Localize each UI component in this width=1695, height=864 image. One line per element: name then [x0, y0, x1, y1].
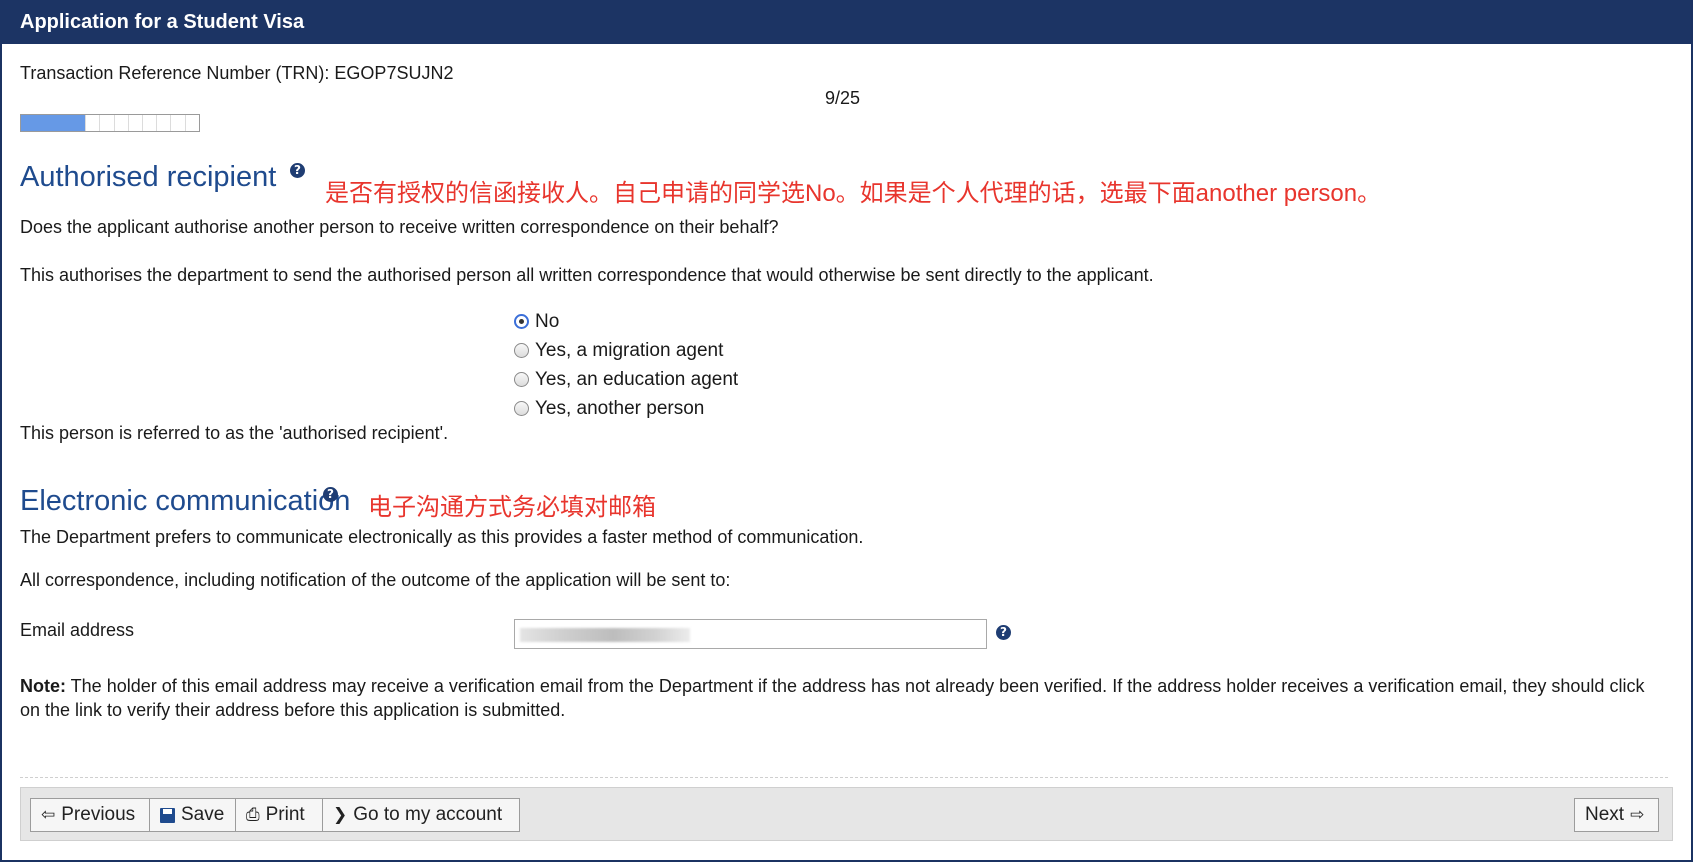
authorised-recipient-footnote: This person is referred to as the 'autho… [20, 423, 449, 443]
arrow-left-icon: ⇦ [41, 805, 56, 825]
radio-label: Yes, a migration agent [535, 339, 724, 361]
progress-fill [21, 115, 86, 131]
radio-button[interactable] [514, 343, 529, 358]
authorised-recipient-question: Does the applicant authorise another per… [20, 217, 779, 237]
page-counter: 9/25 [825, 88, 861, 108]
progress-segment [85, 115, 99, 131]
electronic-communication-para2: All correspondence, including notificati… [20, 570, 731, 590]
progress-bar [20, 114, 200, 132]
email-note: Note: The holder of this email address m… [20, 674, 1660, 722]
note-label: Note: [20, 676, 66, 696]
progress-segment [184, 115, 199, 131]
authorised-recipient-explanation: This authorises the department to send t… [20, 265, 1154, 285]
progress-segment [99, 115, 113, 131]
print-label: Print [265, 804, 305, 825]
arrow-right-icon: ⇨ [1630, 805, 1645, 825]
radio-label: Yes, another person [535, 397, 705, 419]
question-circle-icon[interactable]: ? [996, 625, 1011, 640]
email-label: Email address [20, 620, 135, 640]
previous-label: Previous [61, 804, 136, 825]
radio-label: No [535, 310, 560, 332]
electronic-communication-heading: Electronic communication [20, 485, 351, 517]
authorised-recipient-radio-group: No Yes, a migration agent Yes, an educat… [514, 307, 738, 423]
footer-toolbar: ⇦ Previous Save ⎙ Print ❯ Go to my accou… [20, 787, 1673, 841]
go-to-account-button[interactable]: ❯ Go to my account [322, 798, 520, 832]
previous-button[interactable]: ⇦ Previous [30, 798, 150, 832]
print-button[interactable]: ⎙ Print [235, 798, 323, 832]
progress-segment [156, 115, 170, 131]
printer-icon: ⎙ [246, 805, 260, 825]
progress-segment [142, 115, 156, 131]
save-button[interactable]: Save [149, 798, 236, 832]
radio-option-no[interactable]: No [514, 307, 738, 336]
floppy-disk-icon [160, 807, 175, 823]
chevron-right-icon: ❯ [333, 805, 348, 825]
radio-button-selected[interactable] [514, 314, 529, 329]
question-circle-icon[interactable]: ? [290, 163, 305, 178]
next-button[interactable]: Next ⇨ [1574, 798, 1659, 832]
trn-label: Transaction Reference Number (TRN): EGOP… [20, 63, 454, 83]
redacted-email-value [520, 628, 690, 642]
electronic-communication-annotation: 电子沟通方式务必填对邮箱 [368, 494, 656, 521]
next-label: Next [1585, 804, 1625, 825]
progress-segment [170, 115, 184, 131]
progress-segment [127, 115, 142, 131]
question-circle-icon[interactable]: ? [323, 487, 338, 502]
account-label: Go to my account [353, 804, 503, 825]
window-title: Application for a Student Visa [0, 0, 1691, 44]
authorised-recipient-annotation: 是否有授权的信函接收人。自己申请的同学选No。如果是个人代理的话，选最下面ano… [325, 180, 1382, 207]
radio-option-migration-agent[interactable]: Yes, a migration agent [514, 336, 738, 365]
radio-option-education-agent[interactable]: Yes, an education agent [514, 365, 738, 394]
radio-option-another-person[interactable]: Yes, another person [514, 394, 738, 423]
radio-button[interactable] [514, 372, 529, 387]
save-label: Save [181, 804, 225, 825]
radio-label: Yes, an education agent [535, 368, 739, 390]
progress-segment [113, 115, 128, 131]
footer-divider [20, 777, 1668, 778]
note-text: The holder of this email address may rec… [20, 676, 1645, 720]
authorised-recipient-heading: Authorised recipient [20, 161, 277, 193]
radio-button[interactable] [514, 401, 529, 416]
electronic-communication-para1: The Department prefers to communicate el… [20, 527, 864, 547]
